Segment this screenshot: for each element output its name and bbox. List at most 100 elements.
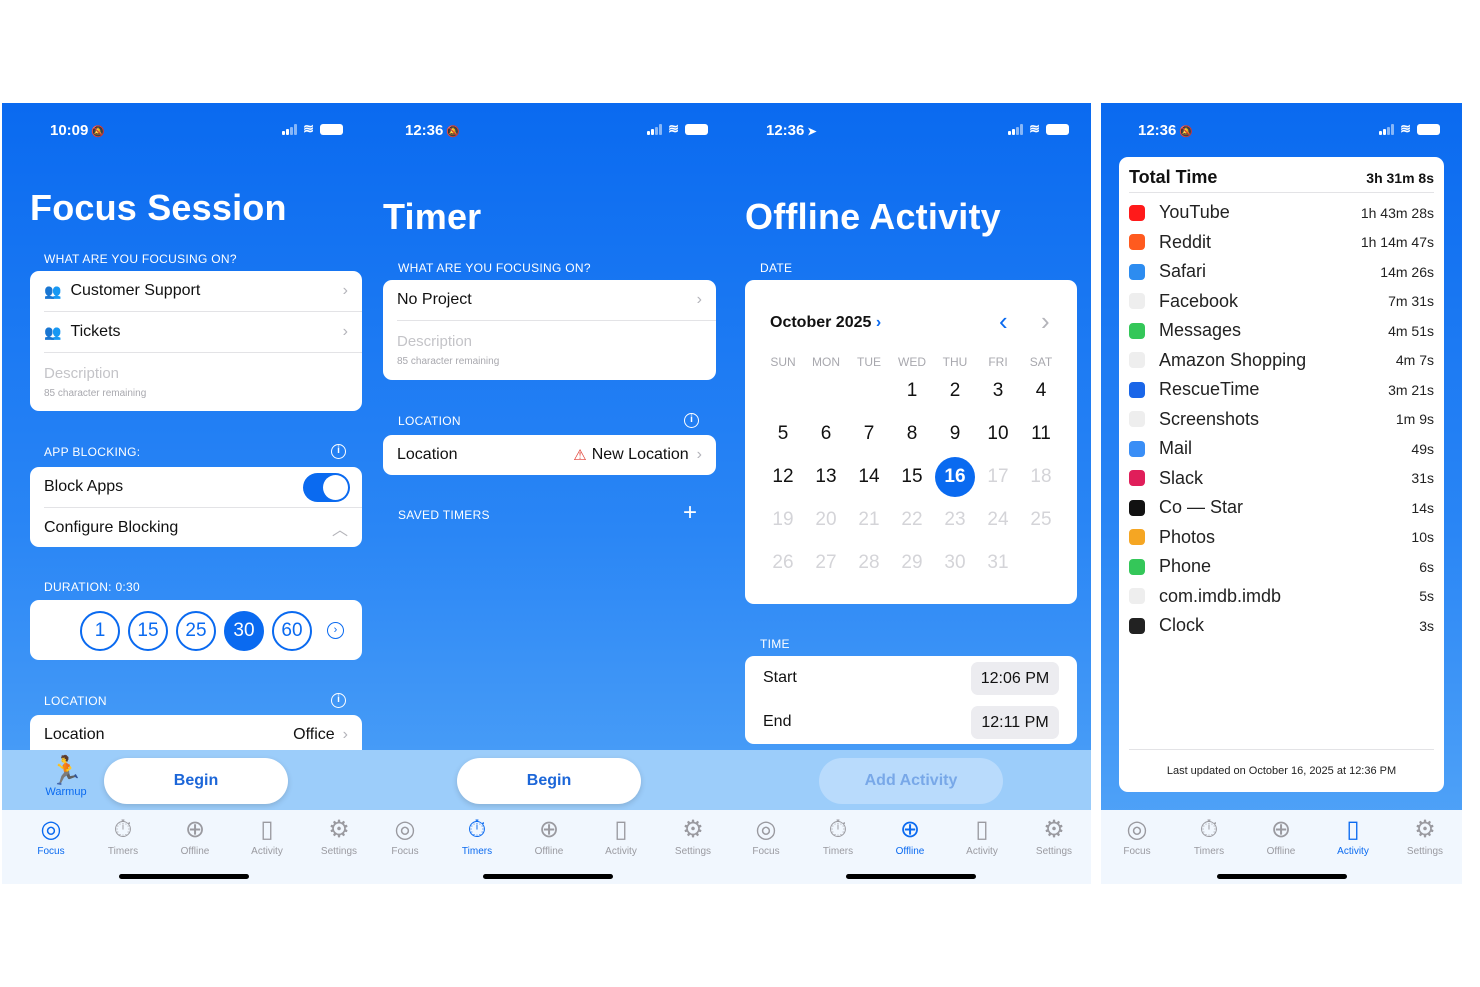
calendar-day[interactable]: 15 — [892, 457, 932, 497]
chevron-right-icon: › — [342, 726, 348, 743]
tab-timers[interactable]: ⏱ Timers — [1179, 816, 1239, 857]
app-usage-row[interactable]: Phone 6s — [1129, 552, 1434, 581]
app-name: Photos — [1159, 526, 1216, 547]
chevron-right-circle-icon[interactable]: › — [327, 622, 344, 639]
duration-option-60[interactable]: 60 — [272, 611, 312, 651]
duration-option-30[interactable]: 30 — [224, 611, 264, 651]
tab-settings[interactable]: ⚙ Settings — [663, 816, 723, 857]
info-icon[interactable]: i — [684, 413, 699, 428]
app-usage-row[interactable]: Photos 10s — [1129, 523, 1434, 552]
add-timer-icon[interactable]: + — [683, 501, 697, 525]
action-bar: 🏃 Warmup Begin — [2, 750, 365, 810]
description-input[interactable]: Description — [44, 365, 119, 382]
tab-offline[interactable]: ⊕ Offline — [165, 816, 225, 857]
calendar-day: 26 — [772, 552, 794, 573]
calendar-day[interactable]: 3 — [978, 371, 1018, 411]
block-apps-toggle[interactable] — [303, 472, 350, 502]
tab-timers[interactable]: ⏱ Timers — [808, 816, 868, 857]
calendar-day[interactable]: 2 — [935, 371, 975, 411]
app-usage-row[interactable]: Safari 14m 26s — [1129, 257, 1434, 286]
calendar-day[interactable]: 4 — [1021, 371, 1061, 411]
calendar-day: 17 — [987, 466, 1009, 487]
begin-button[interactable]: Begin — [457, 758, 641, 804]
app-icon — [1129, 499, 1145, 516]
description-input[interactable]: Description — [397, 333, 472, 350]
warmup-button[interactable]: 🏃 Warmup — [40, 756, 92, 799]
app-usage-row[interactable]: Clock 3s — [1129, 611, 1434, 640]
app-usage-row[interactable]: RescueTime 3m 21s — [1129, 375, 1434, 404]
app-usage-row[interactable]: Facebook 7m 31s — [1129, 287, 1434, 316]
tab-offline[interactable]: ⊕ Offline — [880, 816, 940, 857]
tab-settings[interactable]: ⚙ Settings — [309, 816, 365, 857]
tab-offline[interactable]: ⊕ Offline — [1251, 816, 1311, 857]
tab-focus[interactable]: ◎ Focus — [375, 816, 435, 857]
calendar-day[interactable]: 5 — [763, 414, 803, 454]
tab-activity[interactable]: ▯ Activity — [952, 816, 1012, 857]
tab-activity[interactable]: ▯ Activity — [591, 816, 651, 857]
tab-timers[interactable]: ⏱ Timers — [447, 816, 507, 857]
last-updated-text: Last updated on October 16, 2025 at 12:3… — [1166, 765, 1397, 777]
calendar-day[interactable]: 10 — [978, 414, 1018, 454]
info-icon[interactable]: i — [331, 693, 346, 708]
calendar-day[interactable]: 14 — [849, 457, 889, 497]
duration-option-15[interactable]: 15 — [128, 611, 168, 651]
project-row[interactable]: 👥 Customer Support › — [30, 271, 362, 311]
app-usage-row[interactable]: Amazon Shopping 4m 7s — [1129, 346, 1434, 375]
battery-icon — [1417, 123, 1440, 135]
calendar-day[interactable]: 7 — [849, 414, 889, 454]
app-icon — [1129, 263, 1145, 280]
app-usage-row[interactable]: YouTube 1h 43m 28s — [1129, 198, 1434, 227]
tab-settings[interactable]: ⚙ Settings — [1395, 816, 1455, 857]
calendar-day[interactable]: 6 — [806, 414, 846, 454]
app-usage-row[interactable]: Reddit 1h 14m 47s — [1129, 228, 1434, 257]
month-picker[interactable]: October 2025 › — [770, 314, 881, 332]
duration-option-1[interactable]: 1 — [80, 611, 120, 651]
tab-activity[interactable]: ▯ Activity — [1323, 816, 1383, 857]
app-icon — [1129, 440, 1145, 457]
tab-timers[interactable]: ⏱ Timers — [93, 816, 153, 857]
location-row[interactable]: Location Office › — [30, 715, 362, 755]
tab-bar: ◎ Focus ⏱ Timers ⊕ Offline ▯ Activity ⚙ Setti… — [730, 810, 1091, 884]
app-usage-row[interactable]: Mail 49s — [1129, 434, 1434, 463]
tab-settings[interactable]: ⚙ Settings — [1024, 816, 1084, 857]
configure-blocking-row[interactable]: Configure Blocking ︿ — [30, 508, 362, 547]
duration-option-25[interactable]: 25 — [176, 611, 216, 651]
status-time: 12:36 🔕 — [1138, 122, 1194, 139]
calendar-day[interactable]: 13 — [806, 457, 846, 497]
begin-button[interactable]: Begin — [104, 758, 288, 804]
status-bar: 12:36 🔕 ≋ — [365, 120, 730, 142]
location-value: Office — [293, 726, 335, 743]
app-name: Mail — [1159, 438, 1193, 458]
tab-focus[interactable]: ◎ Focus — [736, 816, 796, 857]
app-name: RescueTime — [1159, 379, 1260, 399]
project-row[interactable]: No Project › — [383, 280, 716, 320]
location-row[interactable]: Location ⚠ New Location › — [383, 435, 716, 475]
app-usage-row[interactable]: Messages 4m 51s — [1129, 316, 1434, 345]
calendar-day[interactable]: 11 — [1021, 414, 1061, 454]
calendar-day[interactable]: 9 — [935, 414, 975, 454]
chevron-right-icon: › — [696, 446, 702, 463]
tab-activity[interactable]: ▯ Activity — [237, 816, 297, 857]
info-icon[interactable]: i — [331, 444, 346, 459]
tab-offline[interactable]: ⊕ Offline — [519, 816, 579, 857]
weekday-fri: FRI — [988, 355, 1008, 369]
add-activity-button[interactable]: Add Activity — [819, 758, 1003, 804]
calendar-day[interactable]: 16 — [935, 457, 975, 497]
previous-month-button[interactable]: ‹ — [999, 306, 1008, 337]
task-row[interactable]: 👥 Tickets › — [30, 312, 362, 352]
calendar-day[interactable]: 8 — [892, 414, 932, 454]
app-usage-row[interactable]: Screenshots 1m 9s — [1129, 405, 1434, 434]
tab-focus[interactable]: ◎ Focus — [1107, 816, 1167, 857]
target-icon: ◎ — [755, 816, 777, 843]
start-time-picker[interactable]: 12:06 PM — [971, 662, 1059, 695]
calendar-day[interactable]: 1 — [892, 371, 932, 411]
app-duration: 5s — [1419, 588, 1434, 604]
total-time-row: Total Time 3h 31m 8s — [1129, 167, 1434, 187]
calendar-day[interactable]: 12 — [763, 457, 803, 497]
app-usage-row[interactable]: com.imdb.imdb 5s — [1129, 582, 1434, 611]
next-month-button[interactable]: › — [1041, 306, 1050, 337]
end-time-picker[interactable]: 12:11 PM — [971, 706, 1059, 739]
tab-focus[interactable]: ◎ Focus — [21, 816, 81, 857]
app-usage-row[interactable]: Co — Star 14s — [1129, 493, 1434, 522]
app-usage-row[interactable]: Slack 31s — [1129, 464, 1434, 493]
